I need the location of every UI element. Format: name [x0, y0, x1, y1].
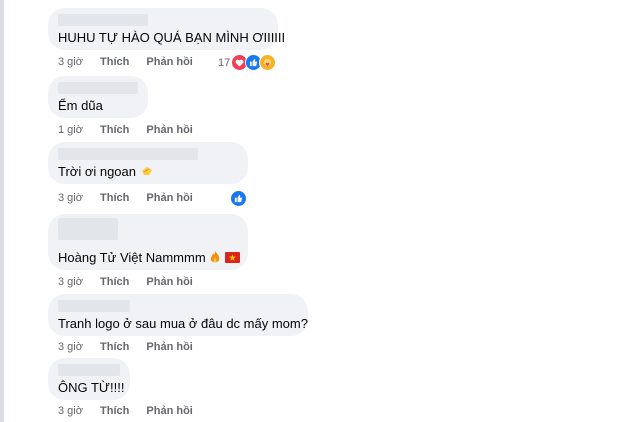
reply-button[interactable]: Phản hồi: [146, 341, 192, 353]
like-button[interactable]: Thích: [100, 124, 129, 136]
comment-text: ÔNG TỪ!!!!: [58, 380, 125, 395]
comment-time[interactable]: 3 giờ: [58, 341, 83, 353]
clapping-hands-icon: [140, 165, 154, 180]
reaction-count: 17: [218, 56, 231, 69]
author-name-redacted: [58, 82, 138, 94]
reaction-summary[interactable]: 17: [218, 54, 277, 71]
comment-actions: 3 giờ Thích Phản hồi: [58, 276, 207, 288]
like-button[interactable]: Thích: [100, 56, 129, 68]
like-button[interactable]: Thích: [100, 192, 129, 204]
comment-bubble: Hoàng Tử Việt Nammmm: [48, 214, 248, 270]
reply-button[interactable]: Phản hồi: [146, 405, 192, 417]
like-reaction-icon: [230, 190, 247, 207]
comment-time[interactable]: 3 giờ: [58, 405, 83, 417]
comment-text-content: Hoàng Tử Việt Nammmm: [58, 250, 206, 265]
comment-text: Hoàng Tử Việt Nammmm: [58, 250, 240, 267]
reaction-summary[interactable]: [230, 190, 247, 207]
comment-text-content: Trời ơi ngoan: [58, 164, 136, 179]
comment-bubble: ÔNG TỪ!!!!: [48, 358, 130, 400]
comment-bubble: Tranh logo ở sau mua ở đâu dc mấy mom?: [48, 294, 308, 336]
comment-actions: 3 giờ Thích Phản hồi: [58, 192, 207, 204]
reply-button[interactable]: Phản hồi: [146, 124, 192, 136]
author-name-redacted: [58, 218, 118, 240]
thread-rail: [0, 0, 4, 422]
care-reaction-icon: [259, 54, 277, 71]
comment-actions: 3 giờ Thích Phản hồi: [58, 405, 207, 417]
author-name-redacted: [58, 14, 148, 26]
author-name-redacted: [58, 300, 130, 312]
comment-text: Ểm dũa: [58, 98, 103, 113]
comment-bubble: Ểm dũa: [48, 76, 148, 118]
comment-time[interactable]: 1 giờ: [58, 124, 83, 136]
comment-time[interactable]: 3 giờ: [58, 276, 83, 288]
comment-actions: 1 giờ Thích Phản hồi: [58, 124, 207, 136]
comment-bubble: Trời ơi ngoan: [48, 142, 248, 184]
author-name-redacted: [58, 364, 120, 376]
like-button[interactable]: Thích: [100, 341, 129, 353]
comment-time[interactable]: 3 giờ: [58, 192, 83, 204]
like-button[interactable]: Thích: [100, 276, 129, 288]
fire-icon: [209, 250, 221, 267]
reply-button[interactable]: Phản hồi: [146, 276, 192, 288]
reply-button[interactable]: Phản hồi: [146, 192, 192, 204]
comment-text: Tranh logo ở sau mua ở đâu dc mấy mom?: [58, 316, 308, 331]
vietnam-flag-icon: [224, 251, 240, 266]
comment-actions: 3 giờ Thích Phản hồi: [58, 56, 207, 68]
comment-text: HUHU TỰ HÀO QUÁ BẠN MÌNH ƠIIIIII: [58, 30, 286, 45]
comment-time[interactable]: 3 giờ: [58, 56, 83, 68]
author-name-redacted: [58, 148, 198, 160]
reply-button[interactable]: Phản hồi: [146, 56, 192, 68]
comment-bubble: HUHU TỰ HÀO QUÁ BẠN MÌNH ƠIIIIII: [48, 8, 285, 50]
like-button[interactable]: Thích: [100, 405, 129, 417]
comment-text: Trời ơi ngoan: [58, 164, 154, 180]
comment-actions: 3 giờ Thích Phản hồi: [58, 341, 207, 353]
